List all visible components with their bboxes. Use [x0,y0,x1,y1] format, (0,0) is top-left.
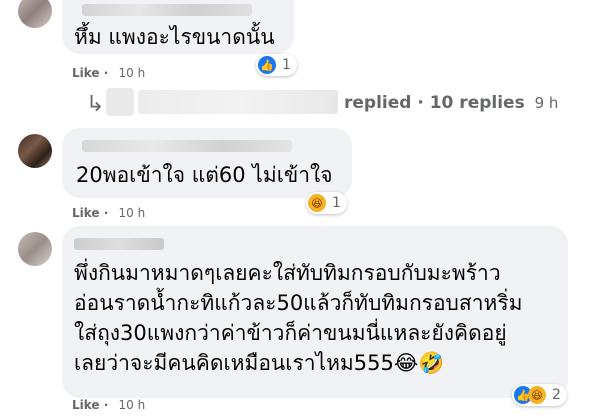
reply-avatar-blurred[interactable] [106,88,134,116]
comment-text-line: ใส่ถุง30แพงกว่าค่าข้าวก็ค่าขนมนี่แหละยัง… [74,321,507,345]
comment-time[interactable]: 10 h [119,206,146,220]
dot-separator: · [103,206,109,220]
reaction-count: 2 [552,387,561,403]
comment-time[interactable]: 10 h [119,398,146,412]
commenter-avatar[interactable] [18,232,52,266]
reaction-summary[interactable]: 😆 1 [306,192,347,214]
replier-name-blurred[interactable] [138,90,338,114]
haha-icon: 😆 [528,386,546,404]
comment-text-line: พึ่งกินมาหมาดๆเลยคะใส่ทับทิมกรอบกับมะพร้… [74,261,501,285]
like-link[interactable]: Like [72,398,100,412]
comment-text: 20พอเข้าใจ แต่60 ไม่เข้าใจ [76,163,333,187]
dot-separator: · [103,66,109,80]
view-replies-link[interactable]: replied · 10 replies 9 h [344,93,558,113]
comment-bubble: พึ่งกินมาหมาดๆเลยคะใส่ทับทิมกรอบกับมะพร้… [62,226,568,398]
replies-time: 9 h [534,94,559,112]
comment-text-line: เลยว่าจะมีคนคิดเหมือนเราไหม555😂🤣 [74,351,445,375]
commenter-avatar[interactable] [18,0,52,28]
commenter-name-blurred[interactable] [82,140,292,152]
comment-bubble: 20พอเข้าใจ แต่60 ไม่เข้าใจ [62,128,352,198]
like-link[interactable]: Like [72,66,100,80]
comment-time[interactable]: 10 h [119,66,146,80]
comment-actions: Like · 10 h [72,206,145,220]
commenter-avatar[interactable] [18,134,52,168]
replies-text: replied · 10 replies [344,93,525,113]
comment-text: หึ้ม แพงอะไรขนาดนั้น [74,25,275,49]
commenter-name-blurred[interactable] [74,238,164,250]
reaction-count: 1 [282,57,291,73]
comment-text-line: อ่อนราดน้ำกะทิแก้วละ50แล้วก็ทับทิมกรอบสา… [74,291,523,315]
haha-icon: 😆 [308,194,326,212]
comment-actions: Like · 10 h [72,66,145,80]
reaction-summary[interactable]: 👍 1 [256,54,297,76]
commenter-name-blurred[interactable] [82,4,252,16]
dot-separator: · [103,398,109,412]
comment-bubble: หึ้ม แพงอะไรขนาดนั้น [62,0,294,54]
like-icon: 👍 [258,56,276,74]
replies-arrow-icon: ↳ [86,92,105,117]
comment-actions: Like · 10 h [72,398,145,412]
reaction-summary[interactable]: 👍 😆 2 [512,384,567,406]
reaction-count: 1 [332,195,341,211]
like-link[interactable]: Like [72,206,100,220]
